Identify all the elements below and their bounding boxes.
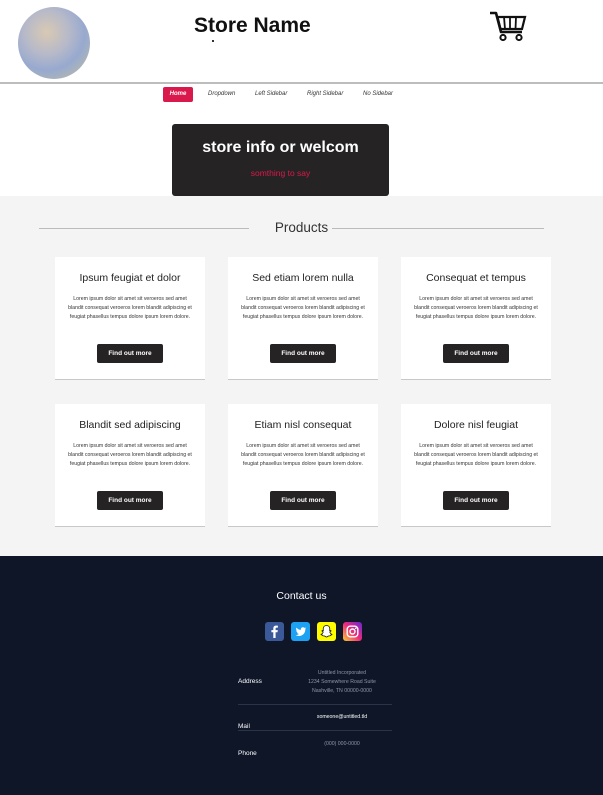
product-title: Consequat et tempus <box>426 272 526 284</box>
product-title: Dolore nisl feugiat <box>433 419 519 431</box>
product-description: Lorem ipsum dolor sit amet sit veroeros … <box>414 443 538 467</box>
find-out-more-button[interactable]: Find out more <box>443 491 509 510</box>
products-section: Products Ipsum feugiat et dolor Lorem ip… <box>0 196 603 556</box>
banner-title: store info or welcom <box>202 139 359 156</box>
product-card: Ipsum feugiat et dolor Lorem ipsum dolor… <box>55 257 205 380</box>
product-description: Lorem ipsum dolor sit amet sit veroeros … <box>68 443 192 467</box>
product-title: Etiam nisl consequat <box>254 419 352 431</box>
product-description: Lorem ipsum dolor sit amet sit veroeros … <box>68 296 192 320</box>
mail-label: Mail <box>238 723 250 730</box>
heading-rule-right <box>332 228 544 229</box>
phone-label: Phone <box>238 750 257 757</box>
twitter-icon[interactable] <box>291 622 310 641</box>
nav-item-home[interactable]: Home <box>163 87 193 102</box>
product-card: Blandit sed adipiscing Lorem ipsum dolor… <box>55 404 205 527</box>
product-card: Etiam nisl consequat Lorem ipsum dolor s… <box>228 404 378 527</box>
nav-item-dropdown[interactable]: Dropdown <box>208 87 235 102</box>
product-title: Sed etiam lorem nulla <box>252 272 354 284</box>
product-title: Blandit sed adipiscing <box>79 419 181 431</box>
cart-icon[interactable] <box>489 10 527 42</box>
nav-item-left-sidebar[interactable]: Left Sidebar <box>255 87 287 102</box>
contact-heading: Contact us <box>276 590 327 602</box>
product-description: Lorem ipsum dolor sit amet sit veroeros … <box>241 296 365 320</box>
decorative-dot <box>212 40 214 42</box>
nav-item-no-sidebar[interactable]: No Sidebar <box>363 87 393 102</box>
product-title: Ipsum feugiat et dolor <box>79 272 181 284</box>
nav-item-right-sidebar[interactable]: Right Sidebar <box>307 87 343 102</box>
facebook-icon[interactable] <box>265 622 284 641</box>
find-out-more-button[interactable]: Find out more <box>443 344 509 363</box>
site-header: Store Name <box>0 0 603 84</box>
product-description: Lorem ipsum dolor sit amet sit veroeros … <box>241 443 365 467</box>
address-value: Untitled Incorporated 1234 Somewhere Roa… <box>292 669 392 696</box>
find-out-more-button[interactable]: Find out more <box>97 491 163 510</box>
product-card: Dolore nisl feugiat Lorem ipsum dolor si… <box>401 404 551 527</box>
product-card: Consequat et tempus Lorem ipsum dolor si… <box>401 257 551 380</box>
snapchat-icon[interactable] <box>317 622 336 641</box>
product-description: Lorem ipsum dolor sit amet sit veroeros … <box>414 296 538 320</box>
mail-link[interactable]: someone@untitled.tld <box>292 713 392 722</box>
store-logo-avatar[interactable] <box>18 7 90 79</box>
footer-divider <box>238 730 392 731</box>
address-label: Address <box>238 678 262 685</box>
address-line: Nashville, TN 00000-0000 <box>312 688 372 694</box>
welcome-banner: store info or welcom somthing to say <box>172 124 389 196</box>
address-line: 1234 Somewhere Road Suite <box>308 679 376 685</box>
banner-subtitle: somthing to say <box>250 168 311 178</box>
site-footer: Contact us Address Untitled Incorporated… <box>0 556 603 795</box>
instagram-icon[interactable] <box>343 622 362 641</box>
phone-value: (000) 000-0000 <box>324 741 360 747</box>
store-name[interactable]: Store Name <box>194 14 311 38</box>
find-out-more-button[interactable]: Find out more <box>97 344 163 363</box>
address-line: Untitled Incorporated <box>317 670 367 676</box>
find-out-more-button[interactable]: Find out more <box>270 491 336 510</box>
find-out-more-button[interactable]: Find out more <box>270 344 336 363</box>
main-nav: Home Dropdown Left Sidebar Right Sidebar… <box>0 86 603 104</box>
footer-divider <box>238 704 392 705</box>
product-card: Sed etiam lorem nulla Lorem ipsum dolor … <box>228 257 378 380</box>
